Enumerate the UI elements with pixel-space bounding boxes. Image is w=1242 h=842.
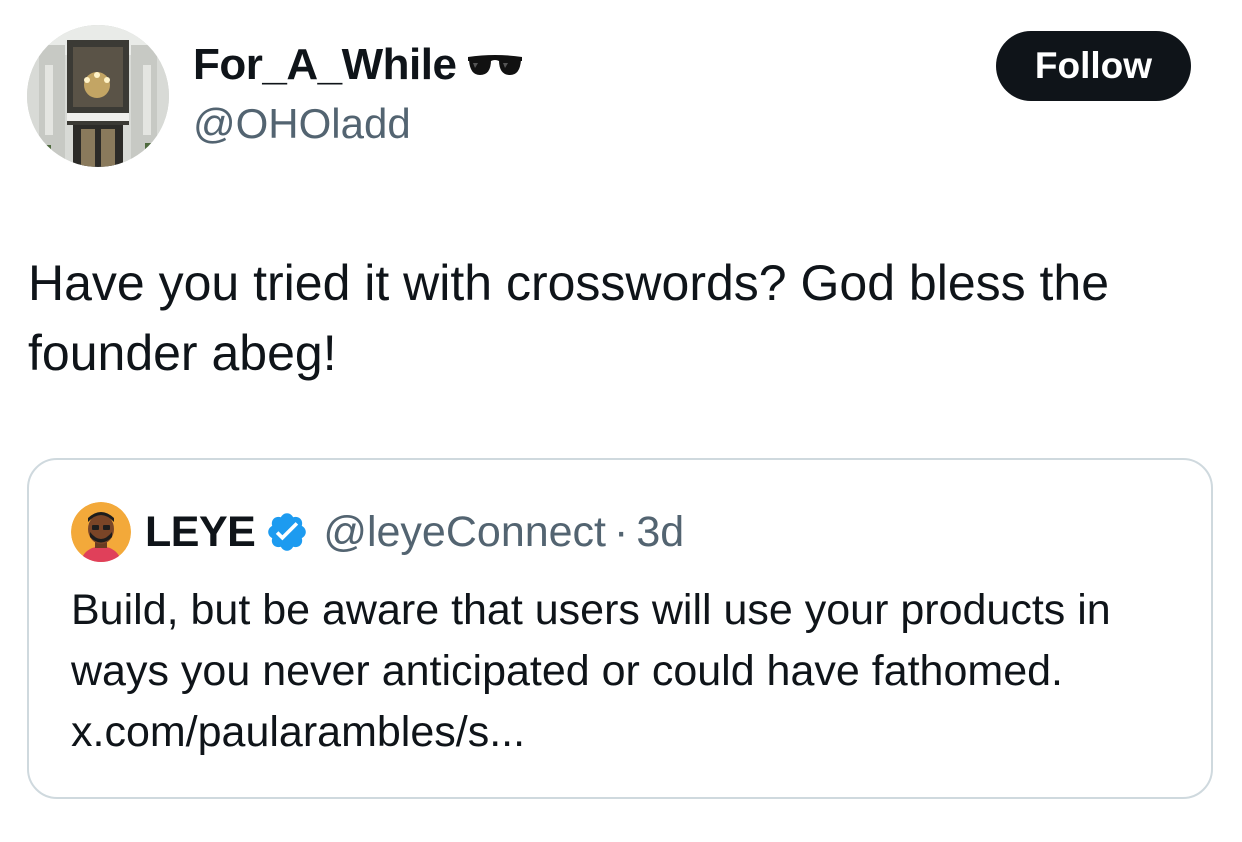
avatar-building-image <box>27 25 169 167</box>
separator-dot: · <box>614 507 629 556</box>
follow-button[interactable]: Follow <box>996 31 1191 101</box>
sunglasses-icon <box>466 40 524 90</box>
quoted-tweet-text: Build, but be aware that users will use … <box>71 586 1111 756</box>
quoted-tweet-header: LEYE @leyeConnect · 3d <box>71 502 684 562</box>
author-display-name[interactable]: For_A_While <box>193 40 524 90</box>
quoted-tweet-card[interactable]: LEYE @leyeConnect · 3d Build, but be awa… <box>27 458 1213 799</box>
quoted-author-avatar[interactable] <box>71 502 131 562</box>
display-name-text: For_A_While <box>193 40 457 89</box>
verified-badge-icon <box>265 510 309 554</box>
author-handle[interactable]: @OHOladd <box>193 100 411 148</box>
avatar-illustration-image <box>71 502 131 562</box>
quoted-author-name[interactable]: LEYE <box>145 508 256 557</box>
tweet-text: Have you tried it with crosswords? God b… <box>28 255 1110 381</box>
quoted-author-handle[interactable]: @leyeConnect <box>323 508 606 557</box>
author-avatar[interactable] <box>27 25 169 167</box>
quoted-timestamp[interactable]: 3d <box>636 508 684 557</box>
